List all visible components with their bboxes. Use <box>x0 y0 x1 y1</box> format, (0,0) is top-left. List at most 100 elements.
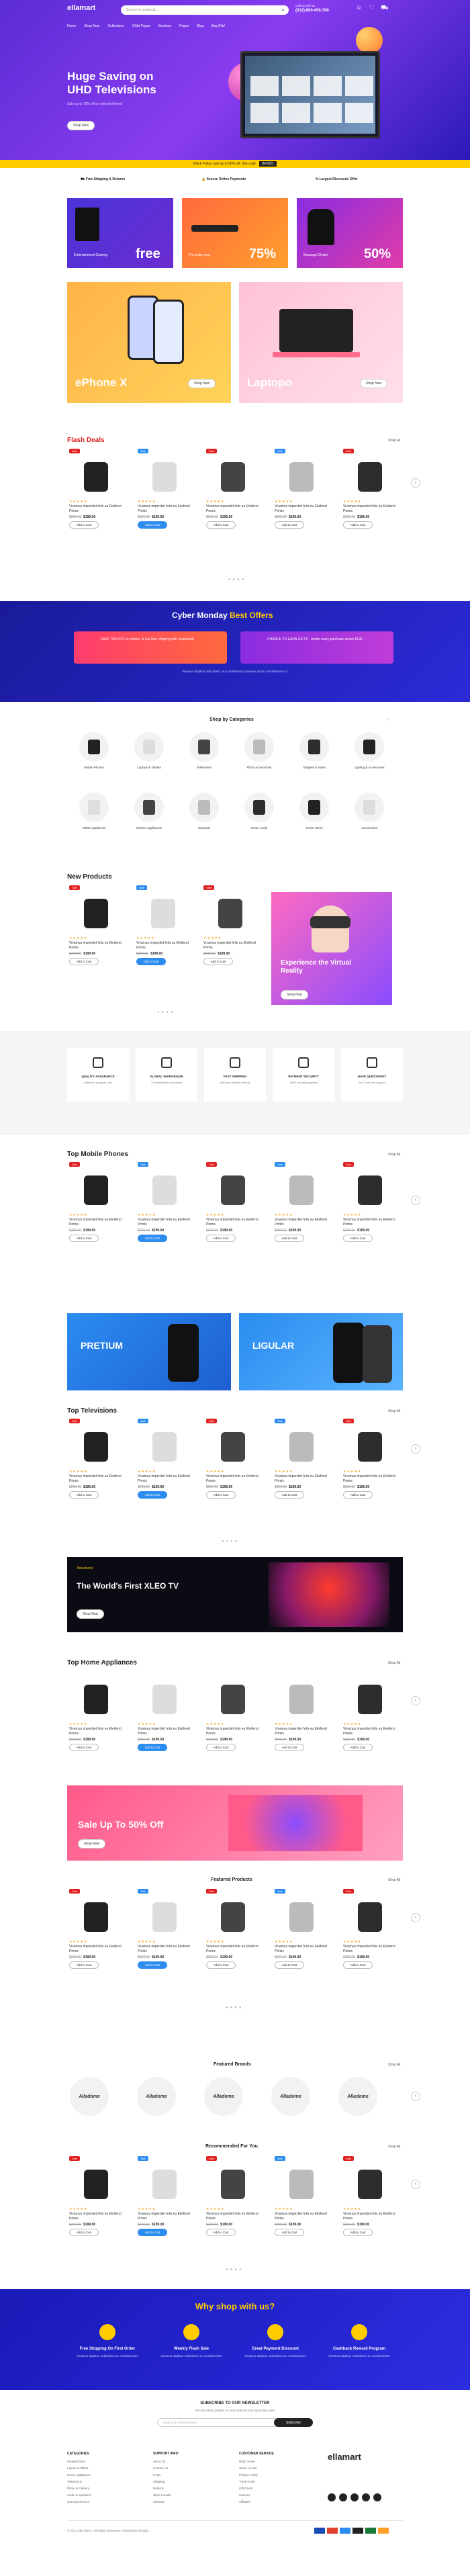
product-card[interactable]: Sale ★★★★★ Vivamus imperdiet felis eu Elei… <box>273 1419 330 1505</box>
add-to-cart-button[interactable]: Add to Cart <box>343 1491 373 1499</box>
product-image[interactable] <box>206 2164 260 2205</box>
product-card[interactable]: Sale ★★★★★ Vivamus imperdiet felis eu Elei… <box>204 1162 262 1248</box>
categories-view-all[interactable]: › <box>388 718 389 722</box>
facebook-icon[interactable] <box>328 2493 336 2501</box>
product-card[interactable]: Sale ★★★★★ Vivamus imperdiet felis eu Elei… <box>273 449 330 535</box>
product-card[interactable]: Sale ★★★★★ Vivamus imperdiet felis eu Elei… <box>67 1162 125 1248</box>
flash-next-arrow[interactable]: › <box>411 478 420 488</box>
brand-logo[interactable]: Alladome <box>338 2077 377 2116</box>
sale-shop-button[interactable]: Shop Now <box>78 1839 106 1849</box>
category-icon[interactable] <box>79 793 109 822</box>
vr-banner[interactable]: Experience the Virtual Reality Shop Now <box>271 892 392 1005</box>
product-card[interactable]: Sale ★★★★★ Vivamus imperdiet felis eu Elei… <box>204 1419 262 1505</box>
nav-shop[interactable]: Shop Now <box>84 24 99 28</box>
product-name[interactable]: Vivamus imperdiet felis eu Eleifend Prim… <box>206 1218 260 1227</box>
product-name[interactable]: Vivamus imperdiet felis eu Eleifend Prim… <box>275 1727 328 1736</box>
add-to-cart-button[interactable]: Add to Cart <box>138 2229 167 2236</box>
footer-link[interactable]: Help Center <box>239 2460 320 2463</box>
product-image[interactable] <box>203 893 257 934</box>
category-item[interactable]: Accessories <box>349 793 389 830</box>
product-image[interactable] <box>69 1679 123 1720</box>
tvs-view-all[interactable]: Shop All <box>388 1409 400 1413</box>
vr-shop-button[interactable]: Shop Now <box>281 990 309 1000</box>
footer-link[interactable]: Contact Us <box>153 2467 234 2470</box>
carousel-dots[interactable]: ●●●● <box>226 2268 244 2272</box>
footer-link[interactable]: Smartphones <box>67 2460 148 2463</box>
banner-gaming[interactable]: Entertainment Gaming free <box>67 198 173 268</box>
product-name[interactable]: Vivamus imperdiet felis eu Eleifend Prim… <box>138 1474 191 1484</box>
product-card[interactable]: Sale ★★★★★ Vivamus imperdiet felis eu Elei… <box>67 2156 125 2242</box>
product-card[interactable]: Sale ★★★★★ Vivamus imperdiet felis eu Elei… <box>341 449 399 535</box>
product-name[interactable]: Vivamus imperdiet felis eu Eleifend Prim… <box>206 2212 260 2221</box>
product-name[interactable]: Vivamus imperdiet felis eu Eleifend Prim… <box>206 1945 260 1954</box>
add-to-cart-button[interactable]: Add to Cart <box>206 1491 236 1499</box>
appliances-next-arrow[interactable]: › <box>411 1696 420 1705</box>
product-image[interactable] <box>69 1427 123 1467</box>
add-to-cart-button[interactable]: Add to Cart <box>343 2229 373 2236</box>
add-to-cart-button[interactable]: Add to Cart <box>138 1744 167 1751</box>
product-card[interactable]: Sale ★★★★★ Vivamus imperdiet felis eu Elei… <box>201 885 259 971</box>
product-card[interactable]: Sale ★★★★★ Vivamus imperdiet felis eu Elei… <box>204 1889 262 1975</box>
footer-link[interactable]: Privacy Policy <box>239 2473 320 2477</box>
product-card[interactable]: Sale ★★★★★ Vivamus imperdiet felis eu Elei… <box>204 449 262 535</box>
add-to-cart-button[interactable]: Add to Cart <box>69 2229 99 2236</box>
product-card[interactable]: Sale ★★★★★ Vivamus imperdiet felis eu Elei… <box>341 1162 399 1248</box>
product-name[interactable]: Vivamus imperdiet felis eu Eleifend Prim… <box>206 1727 260 1736</box>
carousel-dots[interactable]: ●●●● <box>226 2006 244 2010</box>
nav-home[interactable]: Home <box>67 24 76 28</box>
product-card[interactable]: ★★★★★ Vivamus imperdiet felis eu Eleifend… <box>136 1671 193 1757</box>
product-name[interactable]: Vivamus imperdiet felis eu Eleifend Prim… <box>275 1218 328 1227</box>
add-to-cart-button[interactable]: Add to Cart <box>206 1744 236 1751</box>
add-to-cart-button[interactable]: Add to Cart <box>69 1491 99 1499</box>
footer-link[interactable]: Terms of Use <box>239 2467 320 2470</box>
offer-card-2[interactable]: CHANCE TO EARN GIFTS - Inside every purc… <box>240 631 393 664</box>
product-name[interactable]: Vivamus imperdiet felis eu Eleifend Prim… <box>343 1218 397 1227</box>
featured-view-all[interactable]: Shop All <box>388 1878 400 1882</box>
product-name[interactable]: Vivamus imperdiet felis eu Eleifend Prim… <box>136 941 190 950</box>
product-image[interactable] <box>343 1170 397 1210</box>
product-name[interactable]: Vivamus imperdiet felis eu Eleifend Prim… <box>203 941 257 950</box>
carousel-dots[interactable]: ●●●● <box>157 1010 175 1014</box>
footer-link[interactable]: Careers <box>239 2493 320 2497</box>
xleo-banner[interactable]: Televisions The World's First XLEO TV Sh… <box>67 1557 403 1632</box>
add-to-cart-button[interactable]: Add to Cart <box>138 521 167 529</box>
add-to-cart-button[interactable]: Add to Cart <box>343 1744 373 1751</box>
product-image[interactable] <box>206 1897 260 1937</box>
banner-massage[interactable]: Massage Chairs 50% <box>297 198 403 268</box>
category-icon[interactable] <box>134 793 164 822</box>
product-card[interactable]: Sale ★★★★★ Vivamus imperdiet felis eu Elei… <box>273 1162 330 1248</box>
phone-promo-1[interactable]: PRETIUM <box>67 1313 231 1390</box>
footer-logo[interactable]: ellamart <box>328 2452 361 2462</box>
product-image[interactable] <box>206 1427 260 1467</box>
add-to-cart-button[interactable]: Add to Cart <box>69 1744 99 1751</box>
product-card[interactable]: Sale ★★★★★ Vivamus imperdiet felis eu Elei… <box>341 1889 399 1975</box>
search-input[interactable]: Search for products... ⌕ <box>121 5 289 15</box>
logo[interactable]: ellamart <box>67 4 95 12</box>
product-name[interactable]: Vivamus imperdiet felis eu Eleifend Prim… <box>343 1945 397 1954</box>
pinterest-icon[interactable] <box>373 2493 381 2501</box>
product-name[interactable]: Vivamus imperdiet felis eu Eleifend Prim… <box>69 504 123 514</box>
footer-link[interactable]: Store Locator <box>153 2493 234 2497</box>
add-to-cart-button[interactable]: Add to Cart <box>343 1235 373 1242</box>
recommended-next-arrow[interactable]: › <box>411 2180 420 2189</box>
instagram-icon[interactable] <box>350 2493 359 2501</box>
subscribe-button[interactable]: Subscribe <box>274 2418 313 2427</box>
youtube-icon[interactable] <box>362 2493 370 2501</box>
nav-blog[interactable]: Blog <box>197 24 203 28</box>
product-card[interactable]: Sale ★★★★★ Vivamus imperdiet felis eu Elei… <box>136 1162 193 1248</box>
product-image[interactable] <box>206 1170 260 1210</box>
product-card[interactable]: ★★★★★ Vivamus imperdiet felis eu Eleifend… <box>273 1671 330 1757</box>
product-image[interactable] <box>138 457 191 497</box>
footer-link[interactable]: Affiliates <box>239 2500 320 2503</box>
footer-link[interactable]: Photo & Camera <box>67 2487 148 2490</box>
product-image[interactable] <box>138 1427 191 1467</box>
footer-link[interactable]: Home Appliances <box>67 2473 148 2477</box>
product-name[interactable]: Vivamus imperdiet felis eu Eleifend Prim… <box>138 1945 191 1954</box>
product-image[interactable] <box>343 1897 397 1937</box>
add-to-cart-button[interactable]: Add to Cart <box>275 1744 304 1751</box>
add-to-cart-button[interactable]: Add to Cart <box>69 1961 99 1969</box>
product-image[interactable] <box>138 1170 191 1210</box>
offer-card-1[interactable]: SAVE 70% OFF on orders, & Get free shipp… <box>74 631 227 664</box>
footer-link[interactable]: Shipping <box>153 2480 234 2483</box>
product-card[interactable]: ★★★★★ Vivamus imperdiet felis eu Eleifend… <box>67 1671 125 1757</box>
